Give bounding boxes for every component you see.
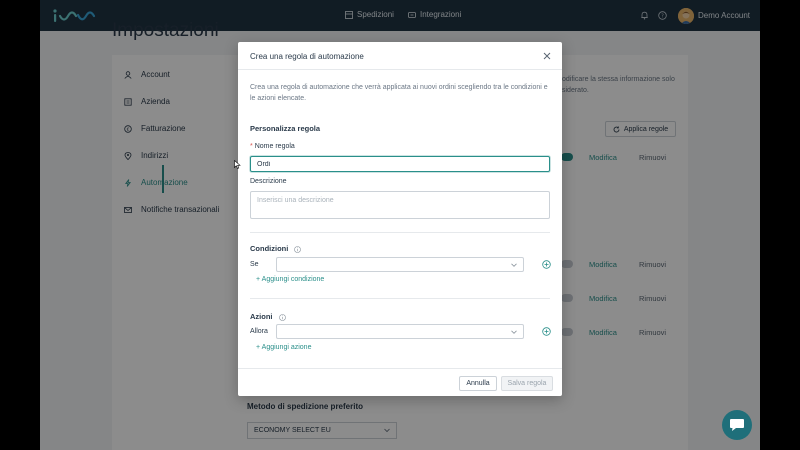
description-textarea[interactable] <box>250 191 550 219</box>
add-condition-link[interactable]: + Aggiungi condizione <box>256 276 324 283</box>
dialog-header: Crea una regola di automazione <box>238 42 562 70</box>
rule-name-label-text: Nome regola <box>254 143 295 150</box>
add-action-link[interactable]: + Aggiungi azione <box>256 344 311 351</box>
info-icon[interactable] <box>278 313 286 321</box>
customize-rule-title: Personalizza regola <box>250 124 321 133</box>
rule-name-input[interactable] <box>250 156 550 172</box>
actions-section: Azioni <box>250 312 286 321</box>
condition-select[interactable] <box>276 257 524 272</box>
chat-bubble-icon <box>730 419 744 431</box>
rule-name-label: * Nome regola <box>250 143 295 150</box>
mouse-cursor-icon <box>234 160 241 169</box>
add-condition-icon[interactable] <box>542 260 551 269</box>
add-action-icon[interactable] <box>542 327 551 336</box>
dialog-description: Crea una regola di automazione che verrà… <box>250 84 548 102</box>
cancel-button[interactable]: Annulla <box>459 376 497 391</box>
action-select[interactable] <box>276 324 524 339</box>
create-rule-dialog: Crea una regola di automazione Crea una … <box>238 42 562 396</box>
if-label: Se <box>250 261 259 268</box>
divider <box>250 298 550 299</box>
then-label: Allora <box>250 328 268 335</box>
save-rule-button[interactable]: Salva regola <box>501 376 553 391</box>
conditions-section: Condizioni <box>250 244 302 253</box>
chevron-down-icon <box>511 330 517 334</box>
chat-button[interactable] <box>722 410 752 440</box>
dialog-title: Crea una regola di automazione <box>250 52 364 61</box>
chevron-down-icon <box>511 263 517 267</box>
description-label: Descrizione <box>250 178 287 185</box>
info-icon[interactable] <box>294 245 302 253</box>
dialog-footer: Annulla Salva regola <box>238 368 562 396</box>
divider <box>250 232 550 233</box>
conditions-title: Condizioni <box>250 244 289 253</box>
required-mark: * <box>250 143 253 150</box>
actions-title: Azioni <box>250 312 273 321</box>
close-icon[interactable] <box>542 51 552 61</box>
